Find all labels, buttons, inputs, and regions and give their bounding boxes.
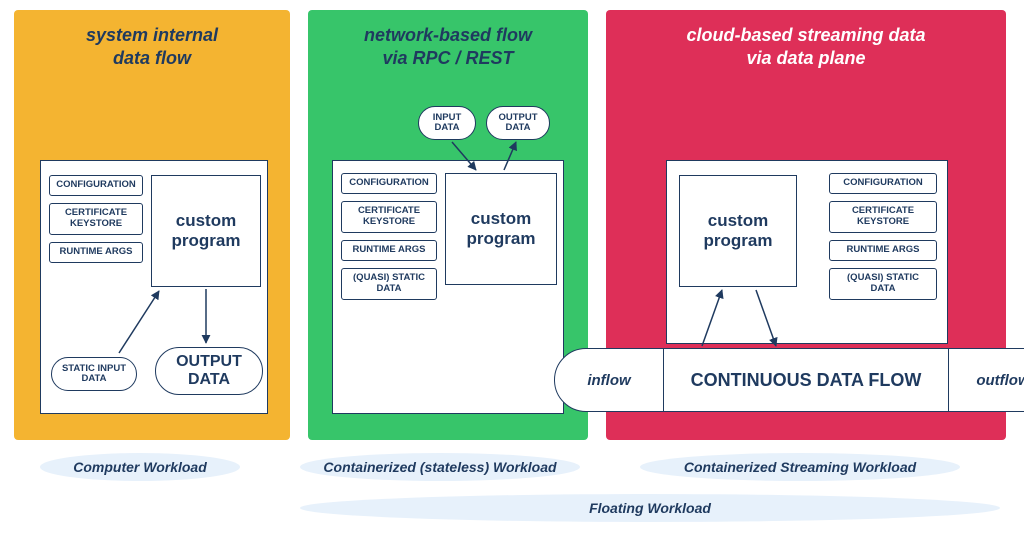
- panel-title: cloud-based streaming data via data plan…: [686, 24, 925, 69]
- label-containerized-streaming: Containerized Streaming Workload: [640, 453, 960, 481]
- chip-runtime-args: RUNTIME ARGS: [49, 242, 143, 263]
- panel-title: system internal data flow: [86, 24, 218, 69]
- custom-program-label: custom program: [680, 211, 796, 252]
- custom-program-box: custom program: [151, 175, 261, 287]
- chip-configuration: CONFIGURATION: [49, 175, 143, 196]
- static-input-label: STATIC INPUT DATA: [52, 364, 136, 385]
- chip-runtime-args: RUNTIME ARGS: [829, 240, 937, 261]
- workload-container: CONFIGURATION CERTIFICATE KEYSTORE RUNTI…: [40, 160, 268, 414]
- continuous-flow-text: CONTINUOUS DATA FLOW: [691, 370, 922, 391]
- label-containerized-stateless: Containerized (stateless) Workload: [300, 453, 580, 481]
- chip-quasi-static: (QUASI) STATIC DATA: [829, 268, 937, 300]
- custom-program-box: custom program: [445, 173, 557, 285]
- chip-quasi-static: (QUASI) STATIC DATA: [341, 268, 437, 300]
- continuous-flow-label: CONTINUOUS DATA FLOW: [663, 349, 949, 411]
- input-data-label: INPUT DATA: [419, 113, 475, 134]
- chip-configuration: CONFIGURATION: [341, 173, 437, 194]
- custom-program-label: custom program: [152, 211, 260, 252]
- chip-certificate-keystore: CERTIFICATE KEYSTORE: [341, 201, 437, 233]
- workload-labels-row: Computer Workload Containerized (statele…: [0, 450, 1024, 484]
- config-column: CONFIGURATION CERTIFICATE KEYSTORE RUNTI…: [829, 173, 937, 307]
- output-data-pill: OUTPUT DATA: [486, 106, 550, 140]
- config-column: CONFIGURATION CERTIFICATE KEYSTORE RUNTI…: [341, 173, 437, 307]
- output-data-pill: OUTPUT DATA: [155, 347, 263, 395]
- output-data-label: OUTPUT DATA: [487, 113, 549, 134]
- title-line-2: data flow: [113, 48, 191, 68]
- label-computer-workload: Computer Workload: [40, 453, 240, 481]
- custom-program-box: custom program: [679, 175, 797, 287]
- config-column: CONFIGURATION CERTIFICATE KEYSTORE RUNTI…: [49, 175, 143, 270]
- title-line-1: system internal: [86, 25, 218, 45]
- static-input-pill: STATIC INPUT DATA: [51, 357, 137, 391]
- inflow-label: inflow: [555, 372, 663, 389]
- custom-program-label: custom program: [446, 209, 556, 250]
- panel-system-internal: system internal data flow CONFIGURATION …: [14, 10, 290, 440]
- input-data-pill: INPUT DATA: [418, 106, 476, 140]
- title-line-1: cloud-based streaming data: [686, 25, 925, 45]
- panel-streaming: cloud-based streaming data via data plan…: [606, 10, 1006, 440]
- panel-title: network-based flow via RPC / REST: [364, 24, 532, 69]
- continuous-flow-bar: inflow CONTINUOUS DATA FLOW outflow: [554, 348, 1024, 412]
- workload-container: CONFIGURATION CERTIFICATE KEYSTORE RUNTI…: [332, 160, 564, 414]
- chip-certificate-keystore: CERTIFICATE KEYSTORE: [49, 203, 143, 235]
- title-line-2: via RPC / REST: [382, 48, 513, 68]
- output-data-label: OUTPUT DATA: [156, 353, 262, 388]
- chip-certificate-keystore: CERTIFICATE KEYSTORE: [829, 201, 937, 233]
- chip-configuration: CONFIGURATION: [829, 173, 937, 194]
- workload-container: custom program CONFIGURATION CERTIFICATE…: [666, 160, 948, 344]
- title-line-1: network-based flow: [364, 25, 532, 45]
- arrow-static-to-program: [119, 291, 159, 353]
- panel-network-flow: network-based flow via RPC / REST INPUT …: [308, 10, 588, 440]
- chip-runtime-args: RUNTIME ARGS: [341, 240, 437, 261]
- title-line-2: via data plane: [746, 48, 865, 68]
- outflow-label: outflow: [949, 372, 1024, 389]
- label-floating-workload: Floating Workload: [300, 494, 1000, 522]
